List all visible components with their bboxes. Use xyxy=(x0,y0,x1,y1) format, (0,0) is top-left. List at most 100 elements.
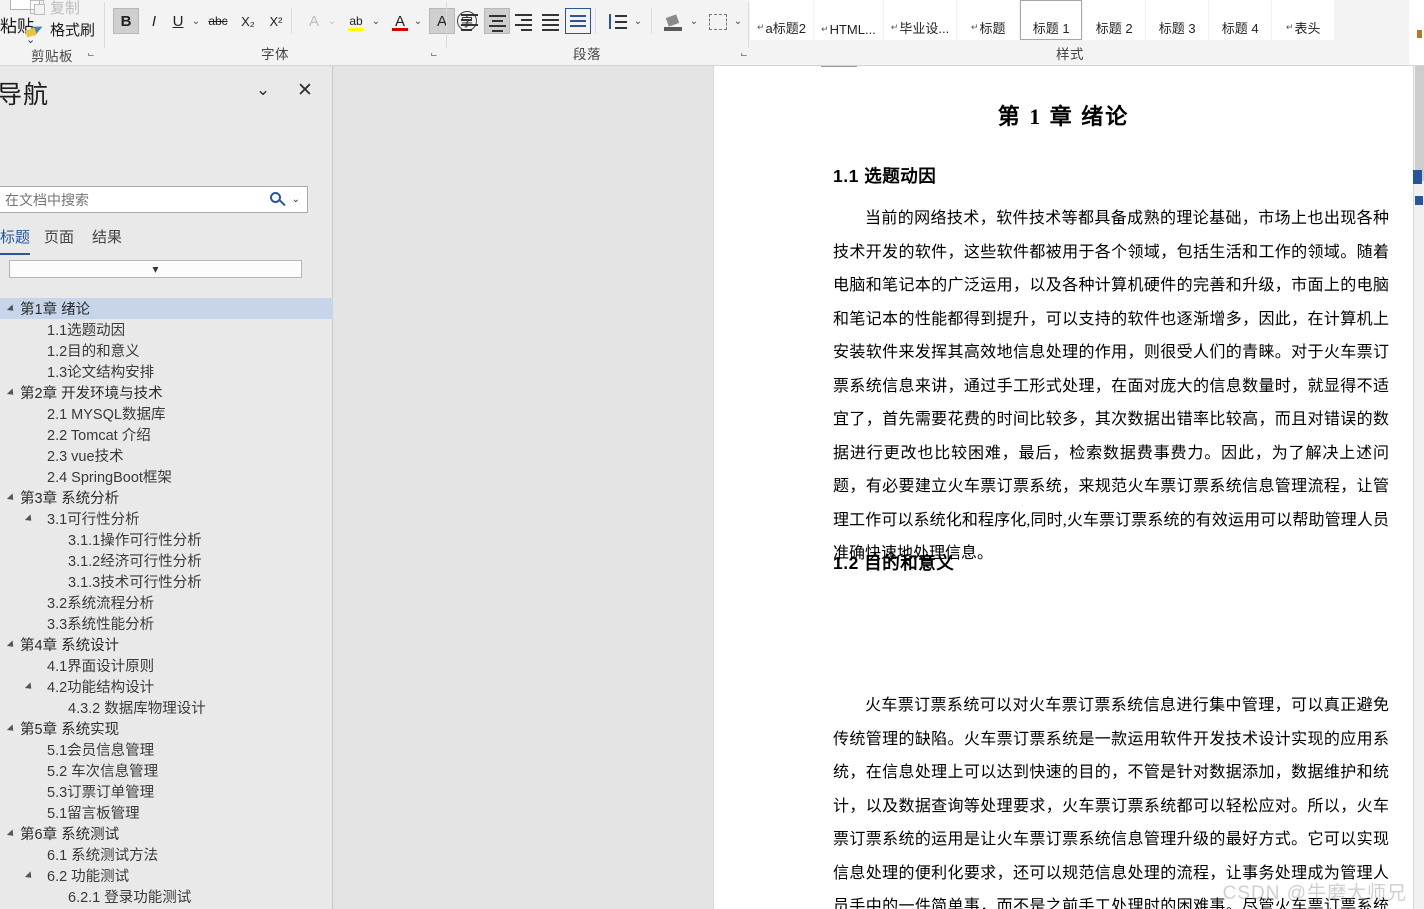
nav-tree-item[interactable]: 1.3论文结构安排 xyxy=(0,361,333,382)
nav-tree-item[interactable]: 3.1.1操作可行性分析 xyxy=(0,529,333,550)
underline-button[interactable]: U xyxy=(165,8,191,34)
styles-gallery[interactable]: AaBb↵a标题2AaBbCcI↵HTML...AaBbCcI↵毕业设...Aa… xyxy=(750,0,1335,40)
search-icon[interactable] xyxy=(269,191,287,209)
chapter-title: 第 1 章 绪论 xyxy=(997,104,1130,129)
nav-tree-item-label: 1.2目的和意义 xyxy=(47,344,140,360)
search-input[interactable] xyxy=(5,187,255,212)
group-label-paragraph: 段落 xyxy=(573,47,601,62)
nav-tree-item[interactable]: 2.4 SpringBoot框架 xyxy=(0,466,333,487)
style-card-5[interactable]: AaBbCcI 标题 2 xyxy=(1083,0,1146,40)
style-card-1[interactable]: AaBbCcI ↵HTML... xyxy=(814,0,883,40)
nav-tree-item[interactable]: 6.1 系统测试方法 xyxy=(0,844,333,865)
font-color-caret-icon[interactable]: ⌄ xyxy=(411,8,425,34)
nav-tree-item[interactable]: 6.2.1 登录功能测试 xyxy=(0,886,333,907)
style-card-3[interactable]: AaBbC ↵标题 xyxy=(957,0,1020,40)
bold-button[interactable]: B xyxy=(113,8,139,34)
align-center-icon[interactable] xyxy=(484,8,510,34)
format-painter-button[interactable]: 格式刷 xyxy=(50,19,95,40)
search-dropdown-caret-icon[interactable]: ⌄ xyxy=(292,194,300,205)
subscript-button[interactable]: X₂ xyxy=(235,8,261,34)
chevron-down-icon[interactable]: ⌄ xyxy=(250,79,276,101)
style-preview-4: AaBbC xyxy=(1021,0,1081,4)
paragraph-dialog-launcher[interactable]: ⌐ xyxy=(737,48,751,62)
expand-collapse-triangle-icon[interactable] xyxy=(5,487,17,508)
nav-tree-item[interactable]: 3.3系统性能分析 xyxy=(0,613,333,634)
style-card-4[interactable]: AaBbC 标题 1 xyxy=(1020,0,1083,40)
nav-tree-item[interactable]: 2.2 Tomcat 介绍 xyxy=(0,424,333,445)
strikethrough-button[interactable]: abc xyxy=(205,8,231,34)
borders-icon[interactable] xyxy=(705,8,731,34)
nav-tree-item-label: 第4章 系统设计 xyxy=(20,638,120,654)
style-card-0[interactable]: AaBb ↵a标题2 xyxy=(750,0,814,40)
nav-tree-item[interactable]: 2.1 MYSQL数据库 xyxy=(0,403,333,424)
tab-results[interactable]: 结果 xyxy=(92,226,122,253)
nav-tree-item[interactable]: 5.2 车次信息管理 xyxy=(0,760,333,781)
search-box[interactable]: ⌄ xyxy=(0,186,308,213)
expand-collapse-triangle-icon[interactable] xyxy=(23,865,35,886)
nav-tree-item[interactable]: 2.3 vue技术 xyxy=(0,445,333,466)
superscript-button[interactable]: X² xyxy=(263,8,289,34)
nav-tree-item-label: 第3章 系统分析 xyxy=(20,491,120,507)
nav-tree-item[interactable]: 6.2 功能测试 xyxy=(0,865,333,886)
nav-tree-item[interactable]: 3.1.2经济可行性分析 xyxy=(0,550,333,571)
align-justify-icon[interactable] xyxy=(538,8,564,34)
style-card-7[interactable]: AaBbCcI 标题 4 xyxy=(1209,0,1272,40)
nav-tree-item[interactable]: 1.2目的和意义 xyxy=(0,340,333,361)
font-color-button[interactable]: A xyxy=(387,8,413,34)
nav-tree-item[interactable]: 第2章 开发环境与技术 xyxy=(0,382,333,403)
borders-caret-icon[interactable]: ⌄ xyxy=(731,8,745,34)
style-pilcrow-0: ↵ xyxy=(757,22,765,32)
section-heading-1-1: 1.1 选题动因 xyxy=(833,166,937,186)
nav-tree-item[interactable]: 5.1会员信息管理 xyxy=(0,739,333,760)
expand-collapse-triangle-icon[interactable] xyxy=(23,676,35,697)
expand-collapse-triangle-icon[interactable] xyxy=(5,298,17,319)
align-left-icon[interactable] xyxy=(457,8,483,34)
document-page[interactable]: 第 1 章 绪论 1.1 选题动因 当前的网络技术，软件技术等都具备成熟的理论基… xyxy=(713,66,1413,909)
nav-tree-item[interactable]: 4.3.2 数据库物理设计 xyxy=(0,697,333,718)
nav-tree-item[interactable]: 3.2系统流程分析 xyxy=(0,592,333,613)
tab-headings[interactable]: 标题 xyxy=(0,226,31,255)
shading-icon[interactable] xyxy=(661,8,687,34)
navigation-heading-tree[interactable]: 第1章 绪论 1.1选题动因 1.2目的和意义 1.3论文结构安排第2章 开发环境与技… xyxy=(0,298,333,909)
nav-tree-item[interactable]: 第3章 系统分析 xyxy=(0,487,333,508)
close-icon[interactable]: ✕ xyxy=(292,78,318,102)
expand-collapse-triangle-icon[interactable] xyxy=(23,508,35,529)
align-right-icon[interactable] xyxy=(511,8,537,34)
expand-collapse-triangle-icon[interactable] xyxy=(5,718,17,739)
scrollbar-thumb[interactable] xyxy=(1415,66,1424,181)
highlight-caret-icon[interactable]: ⌄ xyxy=(369,8,383,34)
nav-tree-item[interactable]: 4.1界面设计原则 xyxy=(0,655,333,676)
collapse-all-bar[interactable]: ▲ xyxy=(9,260,302,278)
italic-button[interactable]: I xyxy=(141,8,167,34)
nav-tree-item[interactable]: 第6章 系统测试 xyxy=(0,823,333,844)
nav-tree-item[interactable]: 3.1可行性分析 xyxy=(0,508,333,529)
highlight-button[interactable]: ab xyxy=(343,8,369,34)
tab-pages[interactable]: 页面 xyxy=(44,226,74,253)
clipboard-dialog-launcher[interactable]: ⌐ xyxy=(84,48,98,62)
nav-tree-item-label: 5.2 车次信息管理 xyxy=(47,764,159,780)
nav-tree-item[interactable]: 5.1留言板管理 xyxy=(0,802,333,823)
expand-collapse-triangle-icon[interactable] xyxy=(5,382,17,403)
style-card-2[interactable]: AaBbCcI ↵毕业设... xyxy=(883,0,957,40)
shading-caret-icon[interactable]: ⌄ xyxy=(687,8,701,34)
nav-tree-item[interactable]: 第5章 系统实现 xyxy=(0,718,333,739)
vertical-scrollbar[interactable] xyxy=(1413,66,1424,909)
nav-tree-item[interactable]: 第4章 系统设计 xyxy=(0,634,333,655)
nav-tree-item[interactable]: 1.1选题动因 xyxy=(0,319,333,340)
nav-tree-item[interactable]: 3.1.3技术可行性分析 xyxy=(0,571,333,592)
line-spacing-caret-icon[interactable]: ⌄ xyxy=(631,8,645,34)
distribute-icon[interactable] xyxy=(565,8,591,34)
nav-tree-item[interactable]: 5.3订票订单管理 xyxy=(0,781,333,802)
style-card-8[interactable]: AaBbCcDi ↵表头 xyxy=(1272,0,1335,40)
nav-tree-item[interactable]: 4.2功能结构设计 xyxy=(0,676,333,697)
expand-collapse-triangle-icon[interactable] xyxy=(5,823,17,844)
underline-caret-icon[interactable]: ⌄ xyxy=(189,8,203,34)
ribbon-group-styles: AaBb↵a标题2AaBbCcI↵HTML...AaBbCcI↵毕业设...Aa… xyxy=(750,0,1410,65)
nav-tree-item[interactable]: 第1章 绪论 xyxy=(0,298,333,319)
line-spacing-icon[interactable] xyxy=(605,8,631,34)
style-card-6[interactable]: AaBbCcI 标题 3 xyxy=(1146,0,1209,40)
expand-collapse-triangle-icon[interactable] xyxy=(5,634,17,655)
font-dialog-launcher[interactable]: ⌐ xyxy=(427,48,441,62)
nav-tree-item-label: 第2章 开发环境与技术 xyxy=(20,386,163,402)
nav-tree-item-label: 第6章 系统测试 xyxy=(20,827,120,843)
